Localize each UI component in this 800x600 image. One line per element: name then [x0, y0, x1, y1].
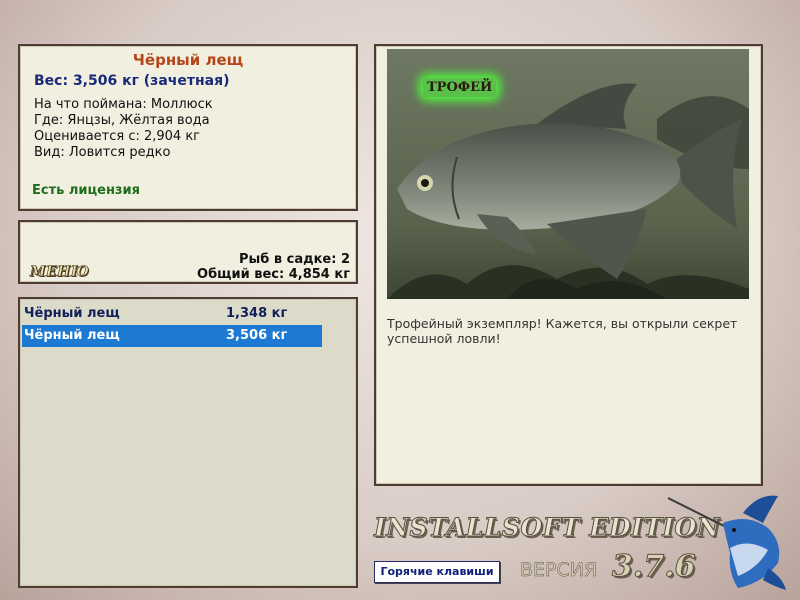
- catch-name: Чёрный лещ: [24, 306, 120, 321]
- bait-line: На что поймана: Моллюск: [34, 97, 213, 112]
- keepnet-status-panel: МЕНЮ Рыб в садке: 2 Общий вес: 4,854 кг: [18, 220, 358, 284]
- total-weight: Общий вес: 4,854 кг: [197, 267, 350, 282]
- catch-weight: 1,348 кг: [226, 306, 288, 321]
- license-status: Есть лицензия: [32, 183, 140, 198]
- fish-description: Трофейный экземпляр! Кажется, вы открыли…: [387, 316, 738, 346]
- fish-photo: ТРОФЕЙ: [387, 49, 749, 299]
- fish-title: Чёрный лещ: [132, 51, 244, 69]
- kind-line: Вид: Ловится редко: [34, 145, 171, 160]
- menu-button[interactable]: МЕНЮ: [30, 264, 90, 281]
- catch-name: Чёрный лещ: [24, 328, 120, 343]
- catch-weight: 3,506 кг: [226, 328, 288, 343]
- marlin-logo: [668, 495, 786, 590]
- fish-count: Рыб в садке: 2: [238, 252, 350, 267]
- fish-weight: Вес: 3,506 кг (зачетная): [34, 73, 230, 89]
- list-item[interactable]: Чёрный лещ 1,348 кг: [22, 303, 322, 325]
- catch-list: Чёрный лещ 1,348 кг Чёрный лещ 3,506 кг: [18, 297, 358, 588]
- location-line: Где: Янцзы, Жёлтая вода: [34, 113, 210, 128]
- list-item-selected[interactable]: Чёрный лещ 3,506 кг: [22, 325, 322, 347]
- value-line: Оценивается с: 2,904 кг: [34, 129, 201, 144]
- hotkeys-button[interactable]: Горячие клавиши: [374, 561, 500, 583]
- version-label: ВЕРСИЯ: [520, 559, 598, 582]
- fish-info-panel: Чёрный лещ Вес: 3,506 кг (зачетная) На ч…: [18, 44, 358, 211]
- fish-photo-panel: ТРОФЕЙ Трофейный экземпляр! Кажется, вы …: [374, 44, 763, 486]
- trophy-badge: ТРОФЕЙ: [423, 78, 497, 97]
